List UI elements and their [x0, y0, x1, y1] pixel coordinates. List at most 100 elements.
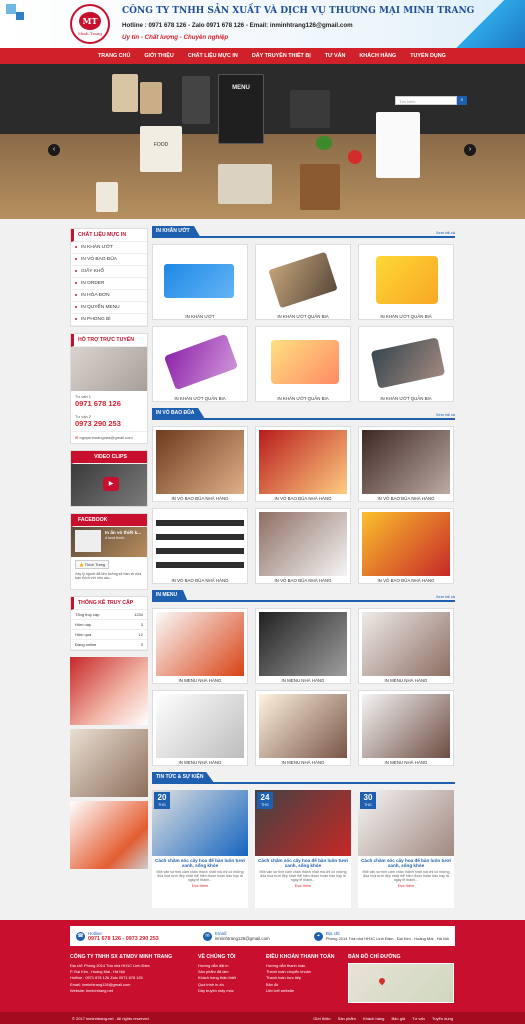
news-image: 20 THG	[152, 790, 248, 856]
news-title[interactable]: Cách chăm sóc cây hoa để bàn luôn tươi x…	[255, 856, 351, 870]
footer-link[interactable]: Liên kết website	[266, 988, 344, 994]
product-card[interactable]: IN MENU NHÀ HÀNG	[152, 690, 248, 766]
footer-terms: ĐIỀU KHOẢN THANH TOÁN Hướng dẫn thanh to…	[266, 954, 344, 994]
product-card[interactable]: IN VỎ BAO ĐŨA NHÀ HÀNG	[358, 426, 454, 502]
support-phone[interactable]: 0973 290 253	[75, 419, 143, 428]
category-item[interactable]: GIẤY KHỔ	[71, 266, 147, 278]
category-item[interactable]: IN PHONG BÌ	[71, 314, 147, 326]
bottom-link[interactable]: Bảo giá	[392, 1016, 406, 1021]
news-card[interactable]: 30 THG Cách chăm sóc cây hoa để bàn luôn …	[358, 790, 454, 908]
product-image	[164, 264, 234, 298]
read-more-link[interactable]: Đọc thêm	[152, 884, 248, 888]
product-card[interactable]: IN MENU NHÀ HÀNG	[152, 608, 248, 684]
product-card[interactable]: IN KHĂN ƯỚT QUẢN BIA	[358, 244, 454, 320]
product-card[interactable]: IN KHĂN ƯỚT QUẢN BIA	[152, 326, 248, 402]
product-card[interactable]: IN KHĂN ƯỚT	[152, 244, 248, 320]
bottom-link[interactable]: Giới thiệu	[313, 1016, 330, 1021]
fb-avatar	[75, 530, 101, 552]
news-excerpt: Một văn sơ tinh cảm chân thành nhất mà c…	[362, 870, 450, 882]
nav-equipment[interactable]: DÂY TRUYỀN THIẾT BỊ	[252, 53, 311, 59]
fb-like-button[interactable]: 👍 Thích Trang	[75, 560, 109, 569]
search-button[interactable]: ⌕	[457, 96, 467, 105]
sidebar-ad-image[interactable]	[70, 657, 148, 725]
read-more-link[interactable]: Đọc thêm	[358, 884, 454, 888]
facebook-box: FACEBOOK In ấn vỏ thiết k... 4 lượt thíc…	[70, 513, 148, 590]
category-item[interactable]: IN ORDER	[71, 278, 147, 290]
email-value[interactable]: inminhtrang126@gmail.com	[215, 936, 270, 941]
product-card[interactable]: IN KHĂN ƯỚT QUẢN BIA	[255, 326, 351, 402]
bottom-link[interactable]: Khách hàng	[363, 1016, 384, 1021]
nav-about[interactable]: GIỚI THIỆU	[144, 53, 173, 59]
product-card[interactable]: IN VỎ BAO ĐŨA NHÀ HÀNG	[152, 426, 248, 502]
category-item[interactable]: IN VỎ BAO ĐŨA	[71, 254, 147, 266]
header: MT Minh Trang CÔNG TY TNHH SẢN XUẤT VÀ D…	[0, 0, 525, 48]
product-image	[259, 694, 347, 758]
view-all-link[interactable]: Xem tất cả	[436, 230, 455, 236]
read-more-link[interactable]: Đọc thêm	[255, 884, 351, 888]
slider-prev-button[interactable]: ‹	[48, 144, 60, 156]
footer-link[interactable]: Dây truyền máy móc	[198, 988, 262, 994]
logo[interactable]: MT Minh Trang	[70, 4, 110, 44]
nav-consulting[interactable]: TƯ VẤN	[325, 53, 346, 59]
view-all-link[interactable]: Xem tất cả	[436, 594, 455, 600]
support-phone[interactable]: 0971 678 126	[75, 399, 143, 408]
section-title: IN VỎ BAO ĐŨA	[152, 408, 205, 418]
product-image	[362, 512, 450, 576]
product-name: IN KHĂN ƯỚT QUẢN BIA	[277, 396, 329, 401]
footer-company-title: CÔNG TY TNHH SX &TMDV MINH TRANG	[70, 954, 173, 960]
company-name: CÔNG TY TNHH SẢN XUẤT VÀ DỊCH VỤ THƯƠNG …	[122, 6, 475, 16]
view-all-link[interactable]: Xem tất cả	[436, 412, 455, 418]
bottom-link[interactable]: Sản phẩm	[338, 1016, 356, 1021]
product-grid: IN VỎ BAO ĐŨA NHÀ HÀNG IN VỎ BAO ĐŨA NHÀ…	[152, 426, 455, 584]
map-embed[interactable]	[348, 963, 454, 1003]
product-name: IN VỎ BAO ĐŨA NHÀ HÀNG	[377, 496, 435, 501]
category-item[interactable]: IN KHĂN ƯỚT	[71, 242, 147, 254]
location-icon: ⌖	[313, 931, 323, 941]
nav-materials[interactable]: CHẤT LIỆU MỰC IN	[188, 53, 238, 59]
support-email[interactable]: nguyenhoangnea@gmail.com	[79, 435, 132, 440]
product-card[interactable]: IN VỎ BAO ĐŨA NHÀ HÀNG	[358, 508, 454, 584]
bottom-link[interactable]: Tư vấn	[412, 1016, 425, 1021]
sidebar-ad-image[interactable]	[70, 801, 148, 869]
chevron-right-icon: ›	[468, 146, 472, 153]
category-item[interactable]: IN QUYỂN MENU	[71, 302, 147, 314]
nav-home[interactable]: TRANG CHỦ	[98, 53, 130, 59]
hotline-value[interactable]: 0971 678 126 - 0973 290 253	[88, 936, 159, 942]
phone-icon: ☎	[76, 931, 85, 941]
news-excerpt: Một văn sơ tinh cảm chân thành nhất mà c…	[156, 870, 244, 882]
product-image	[362, 612, 450, 676]
footer-company-line: Website: inminhtrang.net	[70, 987, 113, 993]
product-card[interactable]: IN KHĂN ƯỚT QUẢN BIA	[358, 326, 454, 402]
search-icon: ⌕	[460, 97, 464, 103]
decor-square	[6, 4, 16, 14]
news-date: 24 THG	[257, 792, 273, 809]
nav-customers[interactable]: KHÁCH HÀNG	[359, 53, 396, 59]
video-thumbnail[interactable]: ▶	[71, 464, 147, 506]
sidebar-ad-image[interactable]	[70, 729, 148, 797]
category-item[interactable]: IN HÓA ĐƠN	[71, 290, 147, 302]
news-card[interactable]: 24 THG Cách chăm sóc cây hoa để bàn luôn …	[255, 790, 351, 908]
product-card[interactable]: IN MENU NHÀ HÀNG	[358, 690, 454, 766]
footer-address: ⌖ Địa chỉ: Phòng 2014 Tòa nhà HH1C Linh Đ…	[313, 931, 449, 941]
mail-icon: ✉	[202, 931, 212, 941]
product-name: IN MENU NHÀ HÀNG	[281, 678, 325, 683]
news-card[interactable]: 20 THG Cách chăm sóc cây hoa để bàn luôn …	[152, 790, 248, 908]
nav-recruitment[interactable]: TUYỂN DỤNG	[410, 53, 446, 59]
product-card[interactable]: IN MENU NHÀ HÀNG	[358, 608, 454, 684]
product-card[interactable]: IN VỎ BAO ĐŨA NHÀ HÀNG	[255, 426, 351, 502]
product-card[interactable]: IN KHĂN ƯỚT QUẢN BIA	[255, 244, 351, 320]
product-card[interactable]: IN VỎ BAO ĐŨA NHÀ HÀNG	[255, 508, 351, 584]
support-agent-image	[71, 347, 147, 391]
fb-page-name[interactable]: In ấn vỏ thiết k...	[105, 530, 141, 535]
stats-row: Đang online 3	[71, 640, 147, 650]
news-title[interactable]: Cách chăm sóc cây hoa để bàn luôn tươi x…	[358, 856, 454, 870]
news-title[interactable]: Cách chăm sóc cây hoa để bàn luôn tươi x…	[152, 856, 248, 870]
product-name: IN MENU NHÀ HÀNG	[384, 678, 428, 683]
bottom-link[interactable]: Tuyển dụng	[432, 1016, 453, 1021]
product-card[interactable]: IN MENU NHÀ HÀNG	[255, 690, 351, 766]
product-card[interactable]: IN MENU NHÀ HÀNG	[255, 608, 351, 684]
search-input[interactable]: Tìm kiếm	[395, 96, 457, 105]
product-card[interactable]: IN VỎ BAO ĐŨA NHÀ HÀNG	[152, 508, 248, 584]
stats-row: Tổng truy cập 1234	[71, 610, 147, 620]
slider-next-button[interactable]: ›	[464, 144, 476, 156]
